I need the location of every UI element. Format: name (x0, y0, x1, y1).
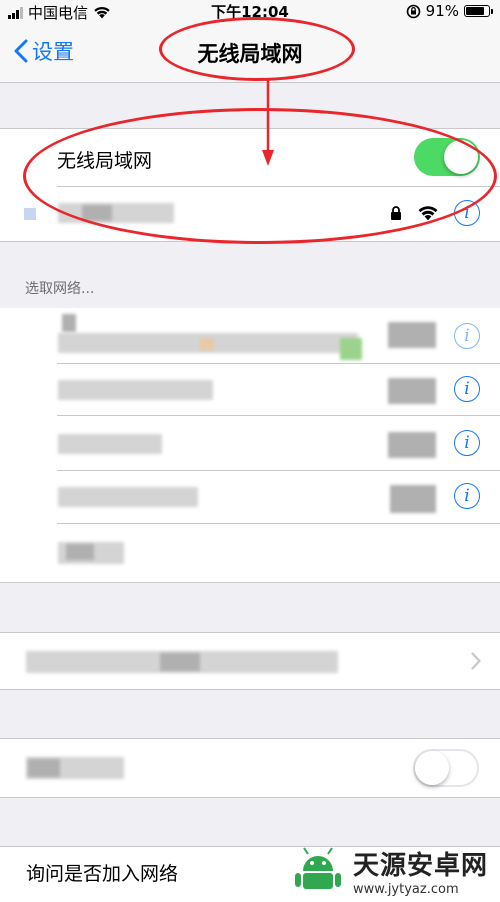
watermark-url: www.jytyaz.com (352, 882, 459, 897)
info-icon[interactable]: i (454, 430, 480, 456)
toggle-knob (415, 751, 449, 785)
android-logo-icon (294, 847, 341, 889)
orientation-lock-icon (406, 4, 420, 18)
battery-icon (464, 5, 493, 17)
lock-icon (391, 206, 401, 220)
network-list-item[interactable]: i (0, 308, 500, 363)
wifi-toggle-row: 无线局域网 (0, 129, 500, 186)
toggle-knob (444, 140, 478, 174)
auto-join-group (0, 632, 500, 690)
status-bar: 中国电信 下午12:04 91% (0, 0, 500, 22)
watermark: 天源安卓网 www.jytyaz.com (289, 845, 488, 897)
redaction-block (82, 205, 112, 221)
navigation-bar: 设置 无线局域网 (0, 22, 500, 83)
signal-redacted (388, 322, 436, 348)
redaction-block (28, 759, 60, 777)
other-network-item[interactable] (0, 524, 500, 582)
redaction-block (62, 314, 76, 332)
network-list-item[interactable]: i (0, 471, 500, 523)
redaction-block (66, 544, 94, 560)
info-icon[interactable]: i (454, 323, 480, 349)
network-list-item[interactable]: i (0, 364, 500, 415)
setting-toggle-switch[interactable] (413, 749, 479, 787)
network-name-redacted (58, 203, 174, 223)
network-name-redacted (58, 434, 162, 454)
battery-percent: 91% (425, 2, 459, 20)
redaction-block (200, 338, 214, 350)
ask-join-label: 询问是否加入网络 (26, 863, 179, 885)
wifi-group: 无线局域网 i (0, 128, 500, 242)
choose-network-header: 选取网络... (25, 281, 95, 297)
network-list-item[interactable]: i (0, 416, 500, 470)
network-list: i i i i (0, 308, 500, 583)
info-icon[interactable]: i (454, 483, 480, 509)
network-name-redacted (58, 487, 198, 507)
connected-network-row[interactable]: i (0, 187, 500, 241)
chevron-right-icon (471, 652, 481, 670)
watermark-title: 天源安卓网 (352, 851, 488, 881)
setting-toggle-group (0, 738, 500, 798)
wifi-signal-icon (418, 206, 438, 221)
annotation-arrow (262, 78, 274, 166)
wifi-toggle-switch[interactable] (414, 138, 480, 176)
wifi-toggle-label: 无线局域网 (57, 150, 153, 172)
page-title: 无线局域网 (197, 42, 303, 66)
setting-toggle-row (0, 739, 500, 797)
checkmark-icon (24, 208, 36, 220)
signal-redacted (390, 485, 436, 513)
network-name-redacted (58, 380, 213, 400)
info-icon[interactable]: i (454, 200, 480, 226)
signal-redacted (388, 378, 436, 404)
redaction-block (340, 338, 362, 360)
auto-join-hotspot-row[interactable] (0, 633, 500, 689)
info-icon[interactable]: i (454, 376, 480, 402)
signal-redacted (388, 432, 436, 458)
redaction-block (160, 653, 200, 671)
